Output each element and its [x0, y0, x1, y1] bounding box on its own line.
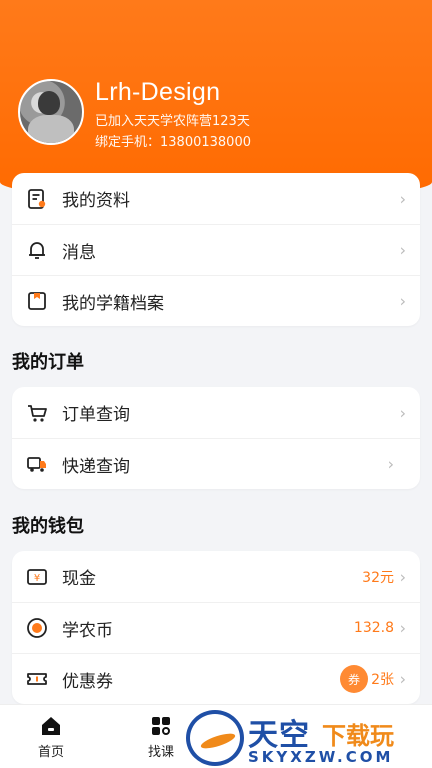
menu-item-coins[interactable]: 学农币 132.8 ›: [12, 602, 420, 653]
home-icon: [40, 715, 62, 737]
archive-icon: [26, 290, 48, 312]
find-course-icon: [150, 715, 172, 737]
menu-item-label: 我的资料: [62, 191, 130, 211]
menu-item-cash[interactable]: ¥ 现金 32元 ›: [12, 551, 420, 602]
bell-icon: [26, 239, 48, 261]
chevron-right-icon: ›: [387, 454, 394, 474]
watermark-logo: 天空 下载玩 SKYXZW.COM: [186, 708, 432, 768]
section-title-wallet: 我的钱包: [12, 516, 84, 537]
menu-item-label: 消息: [62, 242, 96, 263]
joined-days: 已加入天天学农阵营123天: [95, 114, 250, 129]
user-name: Lrh-Design: [95, 78, 221, 106]
watermark-domain: SKYXZW.COM: [248, 748, 394, 766]
menu-item-label: 我的学籍档案: [62, 293, 164, 314]
coupon-badge: 券: [340, 665, 368, 693]
chevron-right-icon: ›: [399, 669, 406, 689]
watermark-subtitle: 下载玩: [322, 722, 394, 750]
tab-label: 找课: [147, 745, 174, 760]
menu-item-express-query[interactable]: 快递查询 ›: [12, 438, 420, 489]
svg-text:¥: ¥: [34, 573, 40, 584]
menu-item-messages[interactable]: 消息 ›: [12, 224, 420, 275]
account-menu-card: 我的资料 › 消息 › 我的学籍档案 ›: [12, 173, 420, 326]
chevron-right-icon: ›: [399, 291, 406, 311]
menu-item-archive[interactable]: 我的学籍档案 ›: [12, 275, 420, 326]
chevron-right-icon: ›: [399, 618, 406, 638]
cash-icon: ¥: [26, 566, 48, 588]
coupon-icon: [26, 668, 48, 690]
menu-item-label: 现金: [62, 569, 96, 589]
menu-item-label: 快递查询: [62, 456, 130, 477]
menu-item-label: 优惠券: [62, 671, 113, 692]
menu-item-profile[interactable]: 我的资料 ›: [12, 173, 420, 224]
chevron-right-icon: ›: [399, 403, 406, 422]
coins-value: 132.8: [353, 620, 394, 636]
menu-item-label: 订单查询: [62, 405, 130, 425]
menu-item-label: 学农币: [62, 620, 113, 641]
chevron-right-icon: ›: [399, 189, 406, 208]
globe-plane-icon: [186, 710, 244, 766]
orders-card: 订单查询 › 快递查询 ›: [12, 387, 420, 489]
menu-item-coupons[interactable]: 优惠券 券 2张 ›: [12, 653, 420, 704]
cash-value: 32元: [362, 569, 394, 586]
profile-doc-icon: [26, 188, 48, 210]
coupons-value: 2张: [371, 672, 394, 688]
coin-icon: [26, 617, 48, 639]
bound-phone: 绑定手机：13800138000: [95, 135, 251, 150]
wallet-card: ¥ 现金 32元 › 学农币 132.8 › 优惠券 券 2张 ›: [12, 551, 420, 704]
tab-label: 首页: [37, 745, 64, 760]
menu-item-order-query[interactable]: 订单查询 ›: [12, 387, 420, 438]
chevron-right-icon: ›: [399, 240, 406, 260]
chevron-right-icon: ›: [399, 567, 406, 586]
tab-find-course[interactable]: 找课: [131, 715, 191, 760]
cart-icon: [26, 402, 48, 424]
tab-home[interactable]: 首页: [21, 715, 81, 760]
section-title-orders: 我的订单: [12, 352, 84, 373]
avatar[interactable]: [18, 79, 84, 145]
truck-icon: [26, 453, 48, 475]
